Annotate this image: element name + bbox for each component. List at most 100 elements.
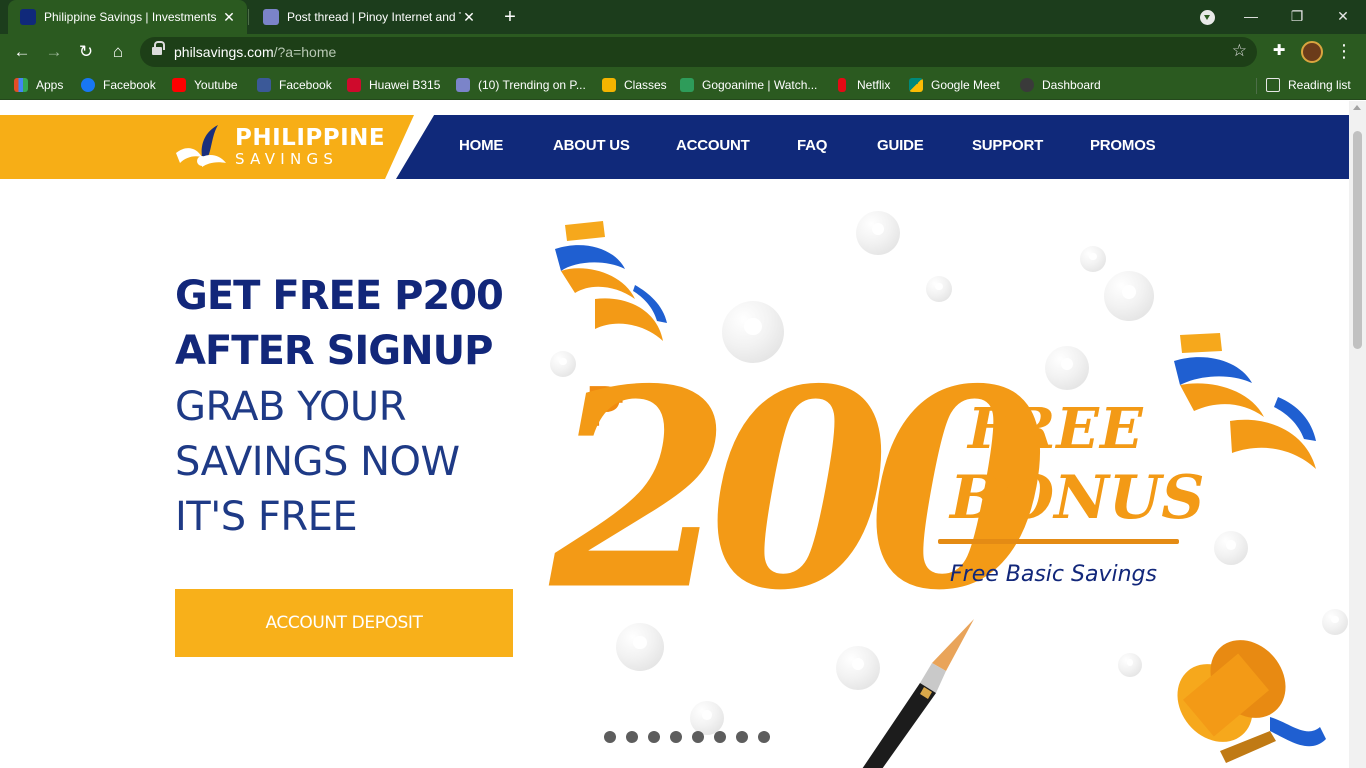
hero-subline-3: IT'S FREE bbox=[175, 494, 358, 540]
scrollbar-thumb[interactable] bbox=[1353, 131, 1362, 349]
bookmark-trending[interactable]: (10) Trending on P... bbox=[456, 76, 586, 94]
browser-tab-strip: Philippine Savings | Investments ✕ Post … bbox=[0, 0, 1366, 34]
forward-arrow-icon[interactable]: → bbox=[42, 40, 66, 64]
browser-menu-icon[interactable]: ⋮ bbox=[1334, 38, 1354, 64]
bookmark-facebook-1[interactable]: Facebook bbox=[81, 76, 156, 94]
bookmarks-separator bbox=[1256, 78, 1257, 94]
huawei-icon bbox=[347, 78, 361, 92]
bookmarks-bar: Apps Facebook Youtube Facebook Huawei B3… bbox=[0, 70, 1366, 100]
close-tab-icon[interactable]: ✕ bbox=[461, 9, 477, 26]
bookmark-dashboard[interactable]: Dashboard bbox=[1020, 76, 1101, 94]
nav-about-us[interactable]: ABOUT US bbox=[553, 137, 630, 154]
bookmark-gogoanime[interactable]: Gogoanime | Watch... bbox=[680, 76, 817, 94]
carousel-indicators bbox=[604, 731, 770, 743]
tab-philippine-savings[interactable]: Philippine Savings | Investments ✕ bbox=[8, 0, 247, 34]
gavel-icon bbox=[1177, 640, 1326, 763]
gogoanime-icon bbox=[680, 78, 694, 92]
page-scrollbar[interactable] bbox=[1349, 101, 1366, 768]
carousel-dot-2[interactable] bbox=[626, 731, 638, 743]
logo-wordmark-top: PHILIPPINE bbox=[235, 125, 386, 151]
bookmark-netflix[interactable]: Netflix bbox=[835, 76, 890, 94]
tab-title: Philippine Savings | Investments bbox=[44, 10, 217, 24]
pinoy-forum-favicon-icon bbox=[263, 9, 279, 25]
carousel-dot-7[interactable] bbox=[736, 731, 748, 743]
promo-banner-image: ₱ 200 FREE BONUS Free Basic Savings bbox=[540, 191, 1349, 768]
nav-promos[interactable]: PROMOS bbox=[1090, 137, 1156, 154]
bonus-underline bbox=[938, 539, 1179, 544]
carousel-dot-1[interactable] bbox=[604, 731, 616, 743]
carousel-dot-6[interactable] bbox=[714, 731, 726, 743]
url-text: philsavings.com/?a=home bbox=[174, 44, 337, 60]
tab-post-thread[interactable]: Post thread | Pinoy Internet and T ✕ bbox=[251, 0, 487, 34]
nav-home[interactable]: HOME bbox=[459, 137, 503, 154]
facebook-icon bbox=[81, 78, 95, 92]
restore-button[interactable]: ❐ bbox=[1274, 0, 1320, 34]
extensions-puzzle-icon[interactable]: ✚ bbox=[1268, 40, 1290, 62]
nav-support[interactable]: SUPPORT bbox=[972, 137, 1043, 154]
nav-band bbox=[396, 115, 1349, 179]
logo-wordmark-bottom: SAVINGS bbox=[235, 150, 339, 168]
hero-subline-1: GRAB YOUR bbox=[175, 384, 407, 430]
reading-list-button[interactable]: Reading list bbox=[1266, 76, 1351, 94]
nav-guide[interactable]: GUIDE bbox=[877, 137, 924, 154]
philsavings-favicon-icon bbox=[20, 9, 36, 25]
reload-icon[interactable]: ↻ bbox=[74, 40, 98, 64]
netflix-icon bbox=[838, 78, 846, 92]
carousel-dot-5[interactable] bbox=[692, 731, 704, 743]
user-bubble-icon bbox=[1104, 271, 1154, 321]
bonus-word: BONUS bbox=[950, 463, 1205, 533]
bookmark-apps[interactable]: Apps bbox=[14, 76, 63, 94]
facebook-icon bbox=[257, 78, 271, 92]
carousel-dot-4[interactable] bbox=[670, 731, 682, 743]
nav-faq[interactable]: FAQ bbox=[797, 137, 827, 154]
youtube-icon bbox=[172, 78, 186, 92]
carousel-dot-3[interactable] bbox=[648, 731, 660, 743]
ribbon-decoration-right bbox=[1174, 333, 1316, 469]
hero-headline-line2: AFTER SIGNUP bbox=[175, 328, 493, 374]
bonus-subtitle: Free Basic Savings bbox=[950, 562, 1157, 587]
google-meet-icon bbox=[909, 78, 923, 92]
carousel-dot-8[interactable] bbox=[758, 731, 770, 743]
fountain-pen-icon bbox=[862, 619, 974, 768]
home-icon[interactable]: ⌂ bbox=[106, 40, 130, 64]
bonus-free-word: FREE bbox=[968, 396, 1144, 462]
apps-grid-icon bbox=[14, 78, 28, 92]
close-tab-icon[interactable]: ✕ bbox=[221, 9, 237, 26]
user-bubble-icon bbox=[926, 276, 952, 302]
dashboard-avatar-icon bbox=[1020, 78, 1034, 92]
new-tab-button[interactable]: + bbox=[498, 5, 522, 29]
close-window-button[interactable]: ✕ bbox=[1320, 0, 1366, 34]
classroom-icon bbox=[602, 78, 616, 92]
site-header: PHILIPPINE SAVINGS HOME ABOUT US ACCOUNT… bbox=[0, 115, 1349, 179]
back-arrow-icon[interactable]: ← bbox=[10, 40, 34, 64]
bookmark-huawei[interactable]: Huawei B315 bbox=[347, 76, 440, 94]
account-deposit-button[interactable]: ACCOUNT DEPOSIT bbox=[175, 589, 513, 657]
tab-search-icon[interactable] bbox=[1200, 10, 1215, 25]
user-bubble-icon bbox=[690, 701, 724, 735]
tab-title: Post thread | Pinoy Internet and T bbox=[287, 10, 461, 24]
minimize-button[interactable]: — bbox=[1228, 0, 1274, 34]
user-bubble-icon bbox=[1080, 246, 1106, 272]
hero-subline-2: SAVINGS NOW bbox=[175, 439, 460, 485]
philippine-savings-logo[interactable]: PHILIPPINE SAVINGS bbox=[172, 123, 385, 171]
bookmark-facebook-2[interactable]: Facebook bbox=[257, 76, 332, 94]
browser-toolbar: ← → ↻ ⌂ philsavings.com/?a=home ☆ ✚ ⋮ bbox=[0, 34, 1366, 70]
pinoy-forum-icon bbox=[456, 78, 470, 92]
bookmark-star-icon[interactable]: ☆ bbox=[1232, 41, 1247, 61]
bookmark-classes[interactable]: Classes bbox=[602, 76, 667, 94]
tab-separator bbox=[248, 9, 249, 25]
user-bubble-icon bbox=[1214, 531, 1248, 565]
bookmark-youtube[interactable]: Youtube bbox=[172, 76, 238, 94]
profile-avatar-icon[interactable] bbox=[1301, 41, 1323, 63]
reading-list-icon bbox=[1266, 78, 1280, 92]
hero-headline-line1: GET FREE P200 bbox=[175, 273, 504, 319]
user-bubble-icon bbox=[1045, 346, 1089, 390]
page-viewport: PHILIPPINE SAVINGS HOME ABOUT US ACCOUNT… bbox=[0, 101, 1366, 768]
scroll-up-arrow-icon[interactable] bbox=[1353, 105, 1361, 110]
nav-account[interactable]: ACCOUNT bbox=[676, 137, 750, 154]
lock-icon[interactable] bbox=[152, 41, 165, 57]
address-bar[interactable]: philsavings.com/?a=home ☆ bbox=[140, 37, 1257, 67]
bookmark-google-meet[interactable]: Google Meet bbox=[909, 76, 1000, 94]
logo-bird-icon bbox=[176, 125, 226, 167]
user-bubble-icon bbox=[856, 211, 900, 255]
